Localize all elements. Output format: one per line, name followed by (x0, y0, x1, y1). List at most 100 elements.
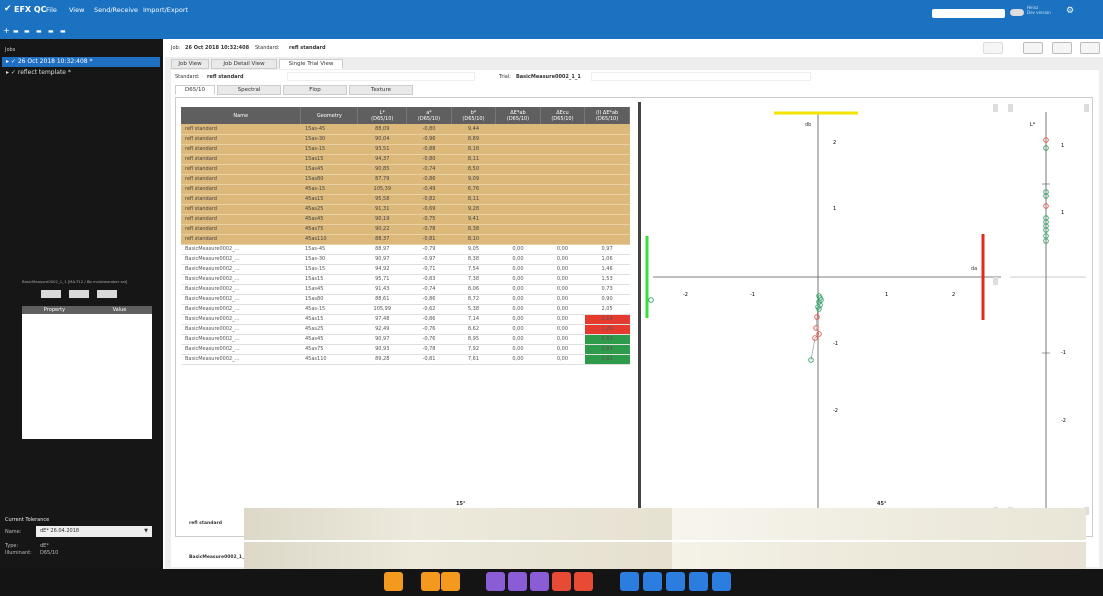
column-header[interactable]: ΔEcu (D65/10) (540, 107, 586, 124)
table-row[interactable]: refl standard 15as45 90,85 -0,74 8,50 (181, 164, 630, 175)
menu-view[interactable]: View (69, 6, 84, 14)
table-row[interactable]: refl standard 45as45 90,19 -0,75 9,41 (181, 214, 630, 225)
tolerance-type-label: Type: (5, 543, 19, 549)
folder-icon[interactable]: ▬ (24, 28, 30, 35)
table-plot-divider[interactable] (638, 102, 641, 531)
table-row[interactable]: BasicMeasure0002_... 15as45 91,43 -0,74 8,06… (181, 284, 630, 295)
edit-button[interactable] (1052, 42, 1072, 54)
standard-field[interactable] (287, 72, 475, 81)
tab-single-trial-view[interactable]: Single Trial View (279, 59, 343, 69)
tolerance-select[interactable]: dE* 26.04.2018 ▼ (36, 526, 152, 537)
remove-property-button[interactable] (69, 290, 89, 298)
table-row[interactable]: refl standard 45as110 88,37 -0,81 8,10 (181, 234, 630, 245)
add-icon[interactable]: + (3, 26, 10, 35)
table-cell: 97,48 (357, 314, 407, 325)
job-item-selected[interactable]: ▸ ✓ 26 Oct 2018 10:32:408 * (2, 57, 160, 67)
table-row[interactable]: BasicMeasure0002_... 15as80 88,61 -0,86 8,72… (181, 294, 630, 305)
tab-spectral[interactable]: Spectral (217, 85, 281, 95)
trial-field[interactable] (591, 72, 811, 81)
table-cell: 9,44 (451, 124, 496, 135)
table-cell: -0,86 (406, 174, 452, 185)
table-row[interactable]: BasicMeasure0002_... 15as15 95,71 -0,83 7,38… (181, 274, 630, 285)
l-axis-plot[interactable]: L* 1 1 -1 -2 (1006, 102, 1091, 532)
add-property-button[interactable] (41, 290, 61, 298)
search-input[interactable] (932, 9, 1005, 18)
report-icon[interactable]: ▬ (60, 28, 66, 35)
table-row[interactable]: refl standard 45as75 90,22 -0,78 8,38 (181, 224, 630, 235)
table-row[interactable]: BasicMeasure0002_... 45as25 92,49 -0,76 8,62… (181, 324, 630, 335)
table-cell: 7,54 (451, 264, 496, 275)
device-toggle[interactable] (1010, 9, 1024, 16)
table-cell: -0,69 (406, 204, 452, 215)
table-cell (540, 174, 585, 185)
menu-file[interactable]: File (46, 6, 57, 14)
job-item[interactable]: ▸ ✓ reflect template * (2, 68, 160, 78)
copy-button[interactable] (1080, 42, 1100, 54)
puzzle-icon[interactable] (486, 572, 505, 591)
property-table[interactable]: Property Value (22, 306, 152, 439)
table-row[interactable]: refl standard 45as-15 105,39 -0,49 6,76 (181, 184, 630, 195)
chart-icon[interactable]: ▬ (48, 28, 54, 35)
measurement-table[interactable]: Name Geometry L* (D65/10) a* (D65/10) b* (D6… (181, 107, 630, 462)
column-header[interactable]: Geometry (300, 107, 359, 124)
table-row[interactable]: refl standard 45as25 91,31 -0,69 9,28 (181, 204, 630, 215)
tools-icon[interactable] (574, 572, 593, 591)
tag-icon[interactable] (441, 572, 460, 591)
table-row[interactable]: BasicMeasure0002_... 45as45 90,97 -0,76 8,95… (181, 334, 630, 345)
column-header[interactable]: L* (D65/10) (357, 107, 408, 124)
delete-property-button[interactable] (97, 290, 117, 298)
table-cell: BasicMeasure0002_... (181, 284, 301, 295)
tab-job-detail-view[interactable]: Job Detail View (211, 59, 277, 69)
table-row[interactable]: BasicMeasure0002_... 15as-45 88,97 -0,79 9,0… (181, 244, 630, 255)
tab-job-view[interactable]: Job View (171, 59, 209, 69)
table-row[interactable]: BasicMeasure0002_... 45as-15 105,99 -0,62 5,… (181, 304, 630, 315)
target-icon[interactable] (643, 572, 662, 591)
table-row[interactable]: refl standard 15as-15 93,51 -0,88 8,18 (181, 144, 630, 155)
column-header[interactable]: a* (D65/10) (406, 107, 452, 124)
return-icon[interactable] (508, 572, 527, 591)
menu-import-export[interactable]: Import/Export (143, 6, 188, 14)
cut-button[interactable] (1023, 42, 1043, 54)
export-button[interactable] (983, 42, 1003, 54)
column-header[interactable]: Name (181, 107, 302, 124)
trial-view: Standard: refl standard Trial: BasicMeas… (171, 70, 1099, 583)
table-row[interactable]: BasicMeasure0002_... 45as110 89,28 -0,81 7,6… (181, 354, 630, 365)
table-row[interactable]: BasicMeasure0002_... 15as-15 94,92 -0,71 7,5… (181, 264, 630, 275)
table-row[interactable]: refl standard 15as80 87,79 -0,86 9,09 (181, 174, 630, 185)
approve-icon[interactable] (689, 572, 708, 591)
ab-scatter-plot[interactable]: db da -2 -1 1 2 2 1 -1 -2 (643, 102, 1008, 532)
table-cell: 8,06 (451, 284, 496, 295)
device-icon[interactable]: ▬ (13, 28, 19, 35)
table-row[interactable]: refl standard 15as15 94,37 -0,80 8,11 (181, 154, 630, 165)
table-cell: -0,79 (406, 244, 452, 255)
table-cell: 45as-15 (300, 184, 358, 195)
table-row[interactable]: BasicMeasure0002_... 15as-30 90,97 -0,97 8,3… (181, 254, 630, 265)
measure-icon[interactable]: ▬ (36, 28, 42, 35)
save-icon[interactable] (421, 572, 440, 591)
shield-check-icon[interactable] (712, 572, 731, 591)
tab-flop[interactable]: Flop (283, 85, 347, 95)
filter-icon[interactable] (552, 572, 571, 591)
job-item-label: reflect template * (17, 69, 71, 76)
instrument-icon[interactable] (666, 572, 685, 591)
tick-a-1: 1 (885, 292, 888, 298)
column-header[interactable]: b* (D65/10) (451, 107, 497, 124)
measure-check-icon[interactable] (620, 572, 639, 591)
table-cell: -0,49 (406, 184, 452, 195)
column-header[interactable]: (I) ΔE*ab (D65/10) (584, 107, 630, 124)
table-row[interactable]: BasicMeasure0002_... 45as15 97,48 -0,86 7,14… (181, 314, 630, 325)
table-row[interactable]: refl standard 45as15 95,58 -0,82 8,11 (181, 194, 630, 205)
table-row[interactable]: BasicMeasure0002_... 45as75 90,93 -0,78 7,92… (181, 344, 630, 355)
folder-icon[interactable] (384, 572, 403, 591)
menu-send-receive[interactable]: Send/Receive (94, 6, 138, 14)
table-row[interactable]: refl standard 15as-45 88,09 -0,80 9,44 (181, 124, 630, 135)
table-cell: 88,97 (357, 244, 407, 255)
ab-point (648, 297, 654, 303)
tab-d65-10[interactable]: D65/10 (175, 85, 215, 95)
tab-texture[interactable]: Texture (349, 85, 413, 95)
undo-icon[interactable] (530, 572, 549, 591)
table-row[interactable]: refl standard 15as-30 90,04 -0,96 8,89 (181, 134, 630, 145)
table-cell (495, 194, 541, 205)
column-header[interactable]: ΔE*ab (D65/10) (495, 107, 541, 124)
gear-icon[interactable]: ⚙ (1066, 6, 1074, 16)
